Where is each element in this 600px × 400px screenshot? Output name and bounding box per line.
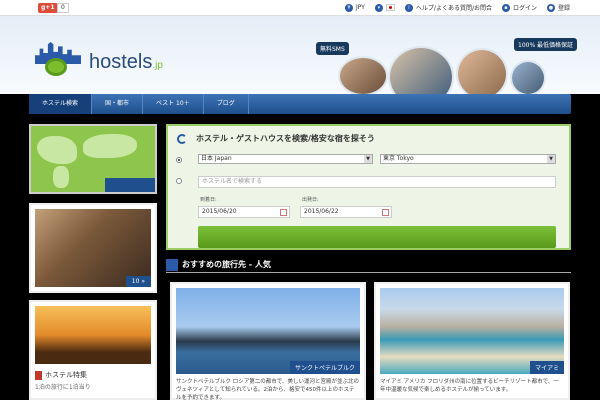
gallery-image: 10 » xyxy=(35,209,151,287)
user-icon: ● xyxy=(546,3,555,12)
top-nav: ¥ JPY ▾ i ヘルプ/よくある質問/お問合 ▪ ログイン ● 登録 xyxy=(345,3,570,12)
city-select[interactable]: 東京 Tokyo ▼ xyxy=(380,154,556,164)
checkin-label: 到着日: xyxy=(200,197,217,203)
section-header: おすすめの旅行先 - 人気 xyxy=(166,257,571,273)
checkout-label: 出発日: xyxy=(302,197,319,203)
sunset-image xyxy=(35,306,151,364)
google-plus-count: 0 xyxy=(57,3,69,13)
destination-image: マイアミ xyxy=(380,288,564,374)
keyword-input[interactable]: ホステル名で検索する xyxy=(198,176,556,188)
bookmark-icon xyxy=(35,370,42,380)
lock-icon: ▪ xyxy=(501,3,510,12)
refresh-icon xyxy=(177,134,187,144)
info-icon: i xyxy=(404,3,413,12)
price-guarantee-tag: 100% 最低価格保証 xyxy=(514,38,578,51)
calendar-icon[interactable] xyxy=(280,209,287,216)
destination-image: サンクトペテルブルク xyxy=(176,288,360,374)
radio-location[interactable] xyxy=(176,157,182,163)
chevron-down-icon: ▼ xyxy=(364,155,372,163)
travelers-photo-3 xyxy=(456,48,508,100)
destination-card[interactable]: サンクトペテルブルク サンクトペテルブルク ロシア第二の都市で、美しい運河と宮殿… xyxy=(170,282,366,400)
japan-flag-icon xyxy=(385,4,395,11)
section-title: おすすめの旅行先 - 人気 xyxy=(182,260,271,269)
chevron-down-icon: ▼ xyxy=(547,155,555,163)
google-plus-button[interactable]: g+1 xyxy=(38,3,58,13)
main-nav: ホステル検索 国・都市 ベスト 10＋ ブログ xyxy=(29,94,571,114)
travelers-photo-1 xyxy=(338,56,388,96)
gallery-count[interactable]: 10 » xyxy=(125,276,151,287)
nav-hostel-search[interactable]: ホステル検索 xyxy=(29,94,93,114)
nav-blog[interactable]: ブログ xyxy=(204,94,249,114)
search-button[interactable] xyxy=(198,226,556,248)
search-panel: ホステル・ゲストハウスを検索/格安な宿を探そう 日本 Japan ▼ 東京 Tok… xyxy=(166,124,571,250)
world-map-banner[interactable] xyxy=(29,124,157,194)
traveler-gallery[interactable]: 10 » xyxy=(29,203,157,293)
destination-caption[interactable]: サンクトペテルブルク xyxy=(289,361,360,374)
search-title: ホステル・ゲストハウスを検索/格安な宿を探そう xyxy=(196,134,375,143)
destination-card[interactable]: マイアミ マイアミ アメリカ フロリダ州の南に位置するビーチリゾート都市で、一年… xyxy=(374,282,570,400)
sms-tag: 無料SMS xyxy=(316,42,349,55)
help-link[interactable]: i ヘルプ/よくある質問/お問合 xyxy=(404,3,492,12)
header: hostels.jp 無料SMS 100% 最低価格保証 xyxy=(0,16,600,108)
signup-link[interactable]: ● 登録 xyxy=(546,3,570,12)
feature-title: ホステル特集 xyxy=(45,371,87,379)
travelers-photo-4 xyxy=(510,60,546,96)
logo-name: hostels xyxy=(89,50,153,73)
country-select[interactable]: 日本 Japan ▼ xyxy=(198,154,373,164)
currency-selector[interactable]: ¥ JPY xyxy=(345,3,365,12)
destination-text: マイアミ アメリカ フロリダ州の南に位置するビーチリゾート都市で、一年中温暖な気… xyxy=(380,379,559,393)
feature-subtitle: 1泊の旅行に1泊当り xyxy=(35,384,91,391)
feature-panel[interactable]: ホステル特集 1泊の旅行に1泊当り xyxy=(29,300,157,400)
snail-logo-icon xyxy=(33,38,83,78)
checkin-date[interactable]: 2015/06/20 xyxy=(198,206,290,218)
chevron-down-icon: ▾ xyxy=(374,3,383,12)
destination-text: サンクトペテルブルク ロシア第二の都市で、美しい運河と宮殿が並ぶ北のヴェネツィア… xyxy=(176,379,360,400)
top-bar: g+1 0 ¥ JPY ▾ i ヘルプ/よくある質問/お問合 ▪ ログイン ● 登録 xyxy=(0,0,600,16)
logo-tld: .jp xyxy=(152,59,163,71)
nav-countries[interactable]: 国・都市 xyxy=(92,94,144,114)
logo[interactable]: hostels.jp xyxy=(33,38,163,78)
language-selector[interactable]: ▾ xyxy=(374,3,395,12)
currency-icon: ¥ xyxy=(345,3,353,12)
calendar-icon[interactable] xyxy=(382,209,389,216)
login-link[interactable]: ▪ ログイン xyxy=(501,3,537,12)
globe-icon xyxy=(166,258,178,271)
destination-caption[interactable]: マイアミ xyxy=(530,361,564,374)
radio-keyword[interactable] xyxy=(176,178,182,184)
nav-best10[interactable]: ベスト 10＋ xyxy=(143,94,204,114)
checkout-date[interactable]: 2015/06/22 xyxy=(300,206,392,218)
